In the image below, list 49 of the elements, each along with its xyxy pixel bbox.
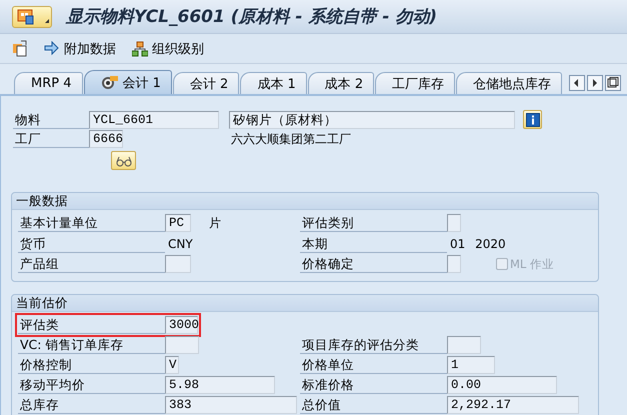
input-field[interactable]: PC bbox=[165, 214, 191, 232]
material-field[interactable]: YCL_6601 bbox=[89, 110, 219, 128]
input-field[interactable]: V bbox=[165, 356, 179, 374]
input-field[interactable] bbox=[447, 214, 461, 232]
scroll-right-button[interactable] bbox=[587, 75, 603, 91]
arrow-right-icon bbox=[44, 40, 60, 56]
tab[interactable]: MRP 4 bbox=[14, 72, 82, 94]
info-icon bbox=[526, 112, 540, 126]
target-icon bbox=[100, 75, 118, 90]
window-title: 显示物料YCL_6601 (原材料 - 系统自带 - 勿动) bbox=[66, 6, 438, 28]
hierarchy-icon bbox=[132, 40, 148, 56]
toolbar-button[interactable]: 附加数据 bbox=[44, 40, 116, 58]
field-value: 01 2020 bbox=[450, 236, 506, 253]
input-field[interactable]: 2,292.17 bbox=[447, 396, 579, 414]
description-field[interactable]: 矽钢片（原材料） bbox=[229, 110, 515, 128]
input-field[interactable]: 383 bbox=[165, 396, 297, 414]
tab[interactable]: 会计 1 bbox=[84, 70, 172, 94]
input-field[interactable]: 3000 bbox=[165, 316, 198, 334]
tab[interactable]: 仓储地点库存 bbox=[456, 72, 562, 94]
input-field[interactable] bbox=[447, 255, 461, 274]
group-title: 一般数据 bbox=[12, 193, 598, 210]
tab[interactable]: 成本 2 bbox=[308, 72, 374, 94]
field-label: 货币 bbox=[18, 234, 165, 253]
unit-text: 片 bbox=[209, 215, 221, 232]
input-field[interactable] bbox=[165, 255, 191, 274]
tab[interactable]: 成本 1 bbox=[240, 72, 307, 94]
caret-icon bbox=[44, 18, 50, 24]
tab[interactable]: 工厂库存 bbox=[375, 72, 456, 94]
new-document-icon[interactable] bbox=[12, 40, 28, 57]
tab-list-button[interactable] bbox=[605, 75, 621, 91]
field-label: 本期 bbox=[300, 234, 447, 253]
glasses-icon bbox=[116, 154, 132, 166]
toolbar-button[interactable]: 组织级别 bbox=[132, 40, 204, 58]
info-button[interactable] bbox=[523, 110, 542, 129]
tab-list-icon bbox=[607, 77, 619, 89]
scroll-left-button[interactable] bbox=[569, 75, 585, 91]
tab[interactable]: 会计 2 bbox=[172, 72, 240, 94]
display-button[interactable] bbox=[111, 151, 136, 170]
plant-name: 六六大顺集团第二工厂 bbox=[231, 130, 351, 148]
input-field[interactable]: 1 bbox=[447, 356, 495, 374]
field-value: CNY bbox=[168, 236, 193, 253]
window-menu-icon bbox=[17, 8, 35, 24]
input-field[interactable] bbox=[447, 336, 481, 354]
plant-field[interactable]: 6666 bbox=[89, 130, 123, 148]
group-title: 当前估价 bbox=[12, 294, 598, 312]
input-field[interactable]: 0.00 bbox=[447, 376, 557, 394]
system-menu-button[interactable] bbox=[12, 6, 52, 28]
input-field[interactable]: 5.98 bbox=[165, 376, 275, 394]
input-field[interactable] bbox=[165, 336, 199, 354]
